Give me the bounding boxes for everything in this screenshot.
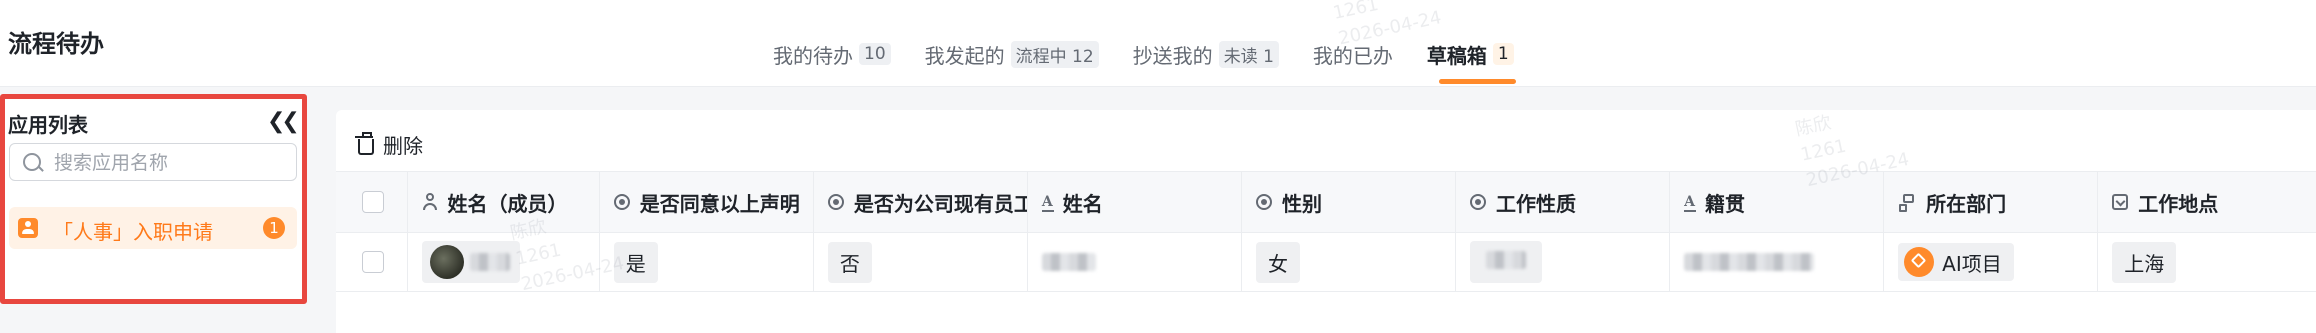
- app-list-sidebar: 应用列表 ❮❮ 「人事」入职申请 1: [0, 94, 307, 304]
- column-header-label: 工作地点: [2138, 191, 2219, 216]
- search-icon: [23, 153, 41, 171]
- delete-label: 删除: [383, 134, 423, 158]
- text-icon: A: [1041, 194, 1054, 212]
- column-header-label: 所在部门: [1926, 191, 2007, 216]
- radio-icon: [613, 194, 630, 210]
- tab-count-badge: 1: [1492, 43, 1514, 65]
- double-chevron-left-icon[interactable]: ❮❮: [267, 109, 300, 134]
- tab-label: 我的已办: [1312, 43, 1393, 68]
- column-header-gender[interactable]: 性别: [1242, 172, 1457, 232]
- radio-icon: [1470, 194, 1487, 210]
- cell-location: 上海: [2098, 233, 2316, 291]
- column-header-label: 是否为公司现有员工: [853, 191, 1028, 216]
- column-header-department[interactable]: 所在部门: [1884, 172, 2099, 232]
- tab-bar: 我的待办 10 我发起的 流程中 12 抄送我的 未读 1 我的已办 草稿箱 1: [773, 34, 1548, 84]
- column-header-member[interactable]: 姓名（成员）: [408, 172, 600, 232]
- tab-my-initiated[interactable]: 我发起的 流程中 12: [925, 36, 1099, 72]
- cell-gender: 女: [1242, 233, 1457, 291]
- column-header-label: 性别: [1281, 191, 1322, 216]
- option-tag: [1470, 241, 1543, 283]
- tab-drafts[interactable]: 草稿箱 1: [1426, 36, 1516, 84]
- department-icon: [1904, 247, 1935, 277]
- count-badge: 1: [263, 217, 285, 239]
- redacted-work-type: [1486, 251, 1527, 269]
- sidebar-item-label: 「人事」入职申请: [53, 220, 213, 244]
- app-search-input[interactable]: [52, 150, 286, 176]
- radio-icon: [827, 194, 844, 210]
- tab-count-badge: 未读 1: [1218, 40, 1279, 68]
- sidebar-item-onboarding[interactable]: 「人事」入职申请 1: [9, 207, 297, 249]
- org-icon: [1898, 194, 1916, 212]
- person-icon: [422, 193, 438, 211]
- tab-cc-to-me[interactable]: 抄送我的 未读 1: [1133, 36, 1279, 72]
- app-search-box: [9, 143, 297, 181]
- cell-work-type: [1456, 233, 1671, 291]
- tab-label: 我的待办: [773, 43, 853, 68]
- table-row[interactable]: 是 否 女 AI项目 上海: [336, 233, 2316, 292]
- select-icon: [2112, 194, 2129, 210]
- redacted-name: [1041, 253, 1096, 271]
- option-tag: 否: [827, 241, 872, 283]
- draft-list-panel: 删除 姓名（成员） 是否同意以上声明 是否为公司现有员工 A 姓名 性别 工作性…: [336, 110, 2316, 333]
- cell-agree: 是: [600, 233, 814, 291]
- row-checkbox[interactable]: [362, 251, 384, 273]
- department-chip: AI项目: [1898, 243, 2014, 281]
- cell-origin: [1670, 233, 1885, 291]
- top-bar: 流程待办 我的待办 10 我发起的 流程中 12 抄送我的 未读 1 我的已办 …: [0, 0, 2316, 87]
- column-header-origin[interactable]: A 籍贯: [1670, 172, 1885, 232]
- person-badge-icon: [18, 218, 38, 238]
- department-label: AI项目: [1942, 251, 2002, 276]
- cell-existing-employee: 否: [814, 233, 1028, 291]
- tab-my-done[interactable]: 我的已办: [1313, 36, 1393, 72]
- column-header-location[interactable]: 工作地点: [2098, 172, 2316, 232]
- tab-label: 抄送我的: [1132, 43, 1213, 68]
- column-header-name[interactable]: A 姓名: [1028, 172, 1242, 232]
- tab-label: 我发起的: [924, 43, 1005, 68]
- text-icon: A: [1684, 194, 1696, 212]
- radio-icon: [1255, 194, 1272, 210]
- draft-table: 姓名（成员） 是否同意以上声明 是否为公司现有员工 A 姓名 性别 工作性质 A…: [336, 171, 2316, 292]
- avatar: [429, 245, 464, 279]
- trash-icon: [355, 131, 374, 155]
- member-chip: [421, 241, 520, 283]
- column-header-label: 是否同意以上声明: [639, 191, 800, 216]
- sidebar-title: 应用列表: [8, 113, 88, 137]
- row-select-cell: [336, 233, 408, 291]
- option-tag: 上海: [2112, 241, 2177, 283]
- column-header-label: 姓名: [1062, 191, 1103, 216]
- option-tag: 是: [613, 241, 658, 283]
- redacted-origin: [1684, 253, 1815, 271]
- redacted-member-name: [469, 253, 510, 271]
- column-header-label: 姓名（成员）: [447, 191, 568, 216]
- tab-label: 草稿箱: [1426, 43, 1487, 68]
- header-select-all-cell: [336, 172, 408, 232]
- tab-count-badge: 10: [859, 43, 891, 65]
- column-header-label: 工作性质: [1496, 191, 1577, 216]
- cell-department: AI项目: [1884, 233, 2099, 291]
- select-all-checkbox[interactable]: [362, 191, 384, 213]
- delete-button[interactable]: 删除: [355, 130, 423, 159]
- tab-count-badge: 流程中 12: [1010, 40, 1099, 68]
- column-header-label: 籍贯: [1704, 191, 1745, 216]
- cell-member: [408, 233, 600, 291]
- column-header-existing-employee[interactable]: 是否为公司现有员工: [814, 172, 1028, 232]
- table-header: 姓名（成员） 是否同意以上声明 是否为公司现有员工 A 姓名 性别 工作性质 A…: [336, 171, 2316, 233]
- option-tag: 女: [1255, 241, 1300, 283]
- column-header-work-type[interactable]: 工作性质: [1456, 172, 1671, 232]
- page-title: 流程待办: [8, 30, 104, 58]
- cell-name: [1028, 233, 1242, 291]
- tab-my-todo[interactable]: 我的待办 10: [773, 36, 891, 72]
- column-header-agree[interactable]: 是否同意以上声明: [600, 172, 814, 232]
